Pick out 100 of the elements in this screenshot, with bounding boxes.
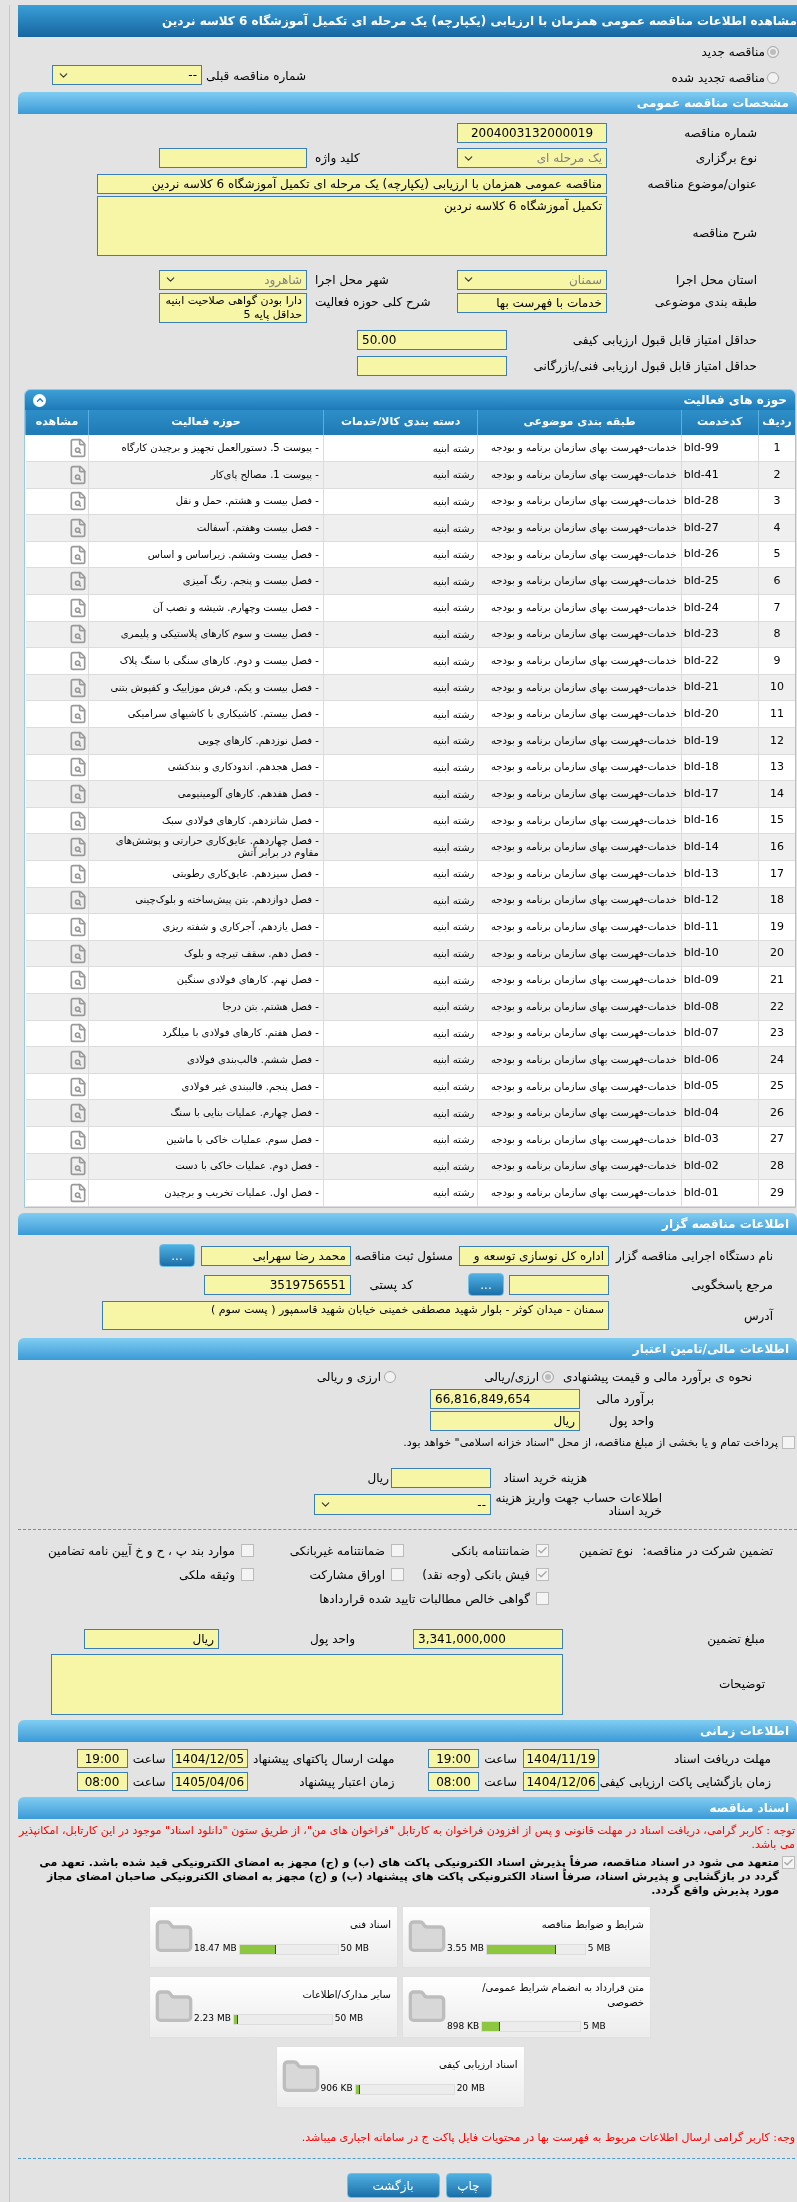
field-label: ارزی/ریالی [484,1368,539,1386]
date-field[interactable]: 1404/11/19 [523,1749,599,1769]
notice-text: توجه : کاربر گرامی، دریافت اسناد در مهلت قانونی و پس از افزودن فراخوان به کارتابل "فراخوان های من"، از طریق ستون "دانلود اسناد" موجود در این کارتابل، امکانپذیر می باشد. [18,1823,795,1852]
button[interactable]: بازگشت [346,2173,440,2199]
category-field[interactable]: خدمات با فهرست بها [457,293,607,313]
button[interactable]: ... [159,1244,195,1268]
registrar-field[interactable]: محمد رضا سهرابی [201,1245,351,1266]
field-label: ارزی و ریالی [316,1368,381,1386]
table-cell: رشته ابنیه [323,993,478,1021]
table-cell: 29 [758,1179,795,1207]
postal-code-field[interactable]: 3519756551 [204,1274,351,1295]
table-cell: 6 [758,567,795,595]
table-cell: 16 [758,833,795,861]
table-cell: خدمات-فهرست بهای سازمان برنامه و بودجه [477,621,682,648]
time-field[interactable]: 19:00 [428,1749,479,1769]
table-cell: خدمات-فهرست بهای سازمان برنامه و بودجه [477,993,682,1021]
table-cell: خدمات-فهرست بهای سازمان برنامه و بودجه [477,1020,682,1047]
date-field[interactable]: 1405/04/06 [171,1772,248,1792]
province-select[interactable]: سمنان [457,269,607,290]
file-name: متن قرارداد به انضمام شرایط عمومی/خصوصی [481,1980,644,2010]
panel-title: حوزه های فعالیت [683,392,787,409]
time-field[interactable]: 08:00 [428,1772,479,1792]
table-cell: رشته ابنیه [323,567,478,595]
table-cell: bld-04 [681,1099,759,1127]
table-cell: bld-26 [681,541,759,568]
previous-tender-select[interactable]: -- [52,65,202,85]
table-cell: خدمات-فهرست بهای سازمان برنامه و بودجه [477,913,682,941]
table-cell: خدمات-فهرست بهای سازمان برنامه و بودجه [477,674,682,701]
table-cell: - فصل ششم. قالب‌بندی فولادی [88,1046,324,1074]
window-title: مشاهده اطلاعات مناقصه عمومی همزمان با ارزیابی (یکپارچه) یک مرحله ای تکمیل آموزشگاه 6 کلاسه نردین [18,5,797,37]
final-note: وجه: کاربر گرامی ارسال اطلاعات مربوط به فهرست بها در محتویات فایل پاکت ج در سامانه اجباری میباشد. [300,2129,795,2146]
table-cell: bld-09 [681,966,759,994]
table-cell: 1 [758,435,795,462]
table-cell: 13 [758,754,795,781]
field-label: وثیقه ملکی [178,1566,235,1584]
file-name: اسناد فنی [349,1918,391,1933]
table-cell: رشته ابنیه [323,1126,478,1154]
table-cell: رشته ابنیه [323,541,478,568]
button[interactable]: چاپ [445,2173,492,2199]
description-field[interactable]: تکمیل آموزشگاه 6 کلاسه نردین [97,196,607,256]
table-cell: bld-07 [681,1020,759,1047]
account-select[interactable]: -- [314,1494,491,1516]
date-field[interactable]: 1404/12/06 [523,1772,599,1792]
table-cell: رشته ابنیه [323,1099,478,1127]
table-cell: 17 [758,860,795,888]
field-label: زمان اعتبار پیشنهاد [298,1773,395,1791]
field-label: شماره مناقصه قبلی [206,68,306,85]
table-cell: رشته ابنیه [323,940,478,967]
table-cell: - فصل بیست و یکم. فرش موزاییک و کفپوش بتنی [88,674,324,701]
city-select[interactable]: شاهرود [159,269,307,290]
field-label: ریال [367,1470,390,1488]
field-label: شماره مناقصه [683,124,757,142]
table-cell: خدمات-فهرست بهای سازمان برنامه و بودجه [477,940,682,967]
field-label: استان محل اجرا [674,271,757,289]
section-header: اطلاعات مناقصه گزار [18,1212,797,1235]
currency-field[interactable]: ریال [430,1410,580,1431]
table-cell: - فصل بیست و هشتم. حمل و نقل [88,488,324,515]
field-label: ساعت [483,1773,518,1791]
table-cell: خدمات-فهرست بهای سازمان برنامه و بودجه [477,1046,682,1074]
file-limit: 5 MB [583,2019,606,2033]
table-cell: bld-41 [681,461,759,489]
holding-type-select[interactable]: یک مرحله ای [457,148,607,168]
field-label: نوع برگزاری [694,150,757,167]
estimate-field[interactable]: 66,816,849,654 [430,1388,580,1409]
table-cell: - فصل شانزدهم. کارهای فولادی سبک [88,807,324,834]
table-cell: bld-06 [681,1046,759,1074]
table-cell: bld-12 [681,887,759,914]
table-cell: - فصل بیست و پنجم. رنگ آمیزی [88,567,324,595]
address-field[interactable]: سمنان - میدان کوثر - بلوار شهید مصطفی خمینی خیابان شهید قاسمپور ( پست سوم ) [102,1301,609,1331]
subject-field[interactable]: مناقصه عمومی همزمان با ارزیابی (یکپارچه) یک مرحله ای تکمیل آموزشگاه 6 کلاسه نردین [97,173,607,194]
table-cell: - فصل سیزدهم. عایق‌کاری رطوبتی [88,860,324,888]
guarantee-amount-field[interactable]: 3,341,000,000 [413,1628,563,1649]
time-field[interactable]: 08:00 [76,1772,128,1792]
table-cell: خدمات-فهرست بهای سازمان برنامه و بودجه [477,541,682,568]
file-size: 18.47 MB [194,1942,237,1956]
table-cell: 8 [758,621,795,648]
date-field[interactable]: 1404/12/05 [171,1749,248,1769]
table-cell: رشته ابنیه [323,674,478,701]
button[interactable]: ... [468,1273,504,1297]
table-cell: 22 [758,993,795,1021]
table-cell: bld-18 [681,754,759,781]
field-label: مناقصه جدید [701,44,765,61]
table-cell: رشته ابنیه [323,807,478,834]
guarantee-currency-field[interactable]: ریال [84,1628,219,1649]
tender-number-field[interactable]: 2004003132000019 [457,122,607,143]
table-cell: bld-10 [681,940,759,967]
table-cell: 4 [758,514,795,542]
min-quality-score-field[interactable]: 50.00 [357,330,507,350]
table-cell: - فصل یازدهم. آجرکاری و شفته ریزی [88,913,324,941]
table-cell: - فصل اول. عملیات تخریب و برچیدن [88,1179,324,1207]
commitment-text: متعهد می شود در اسناد مناقصه، صرفاً پذیرش اسناد الکترونیکی پاکت های (ب) و (ج) مجهز به امضای الکترونیکی قید شده باشد. تعهد می گردد در بازگشایی و پذیرش اسناد، صرفاً اسناد الکترونیکی پاکت های پیشنهاد (ب) و (ج) مجهز به امضای الکترونیکی صاحبان امضای مجاز مورد پذیرش واقع گردد. [38,1855,779,1898]
activity-scope-field[interactable]: دارا بودن گواهی صلاحیت ابنیه حداقل پایه 5 [159,293,307,323]
table-cell: خدمات-فهرست بهای سازمان برنامه و بودجه [477,1179,682,1207]
table-cell: رشته ابنیه [323,1020,478,1047]
field-label: ساعت [131,1750,167,1768]
table-cell: bld-14 [681,833,759,861]
table-cell: - فصل نوزدهم. کارهای چوبی [88,727,324,755]
table-cell: 10 [758,674,795,701]
organization-field[interactable]: اداره کل نوسازی توسعه و [459,1245,609,1266]
time-field[interactable]: 19:00 [76,1749,128,1769]
